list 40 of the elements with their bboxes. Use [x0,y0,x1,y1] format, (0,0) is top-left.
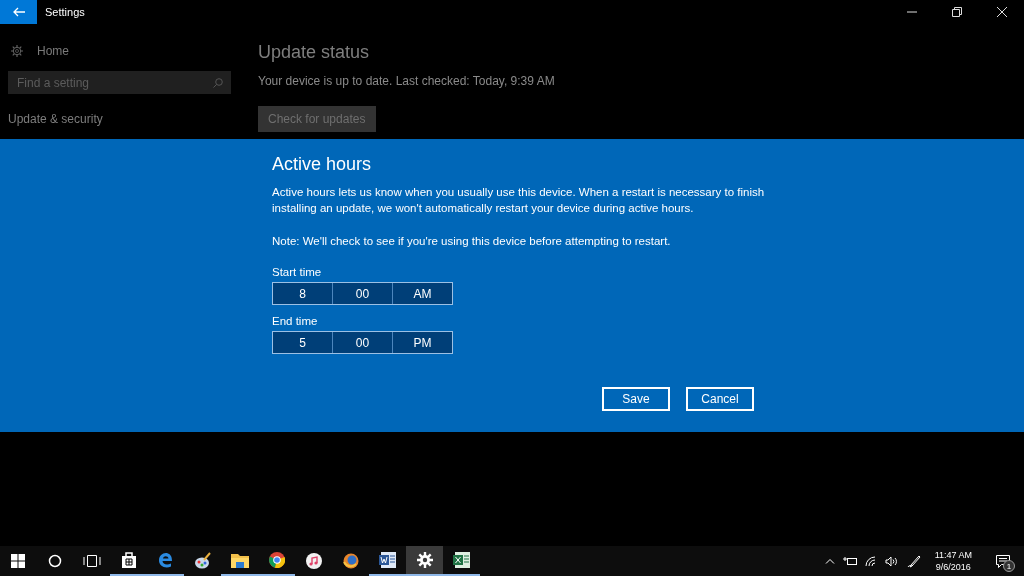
action-center-button[interactable]: 1 [992,549,1014,573]
note-text: Note: We'll check to see if you're using this device before attempting to restart. [272,234,672,249]
message-icon [996,554,1010,568]
update-status-text: Your device is up to date. Last checked: Today, 9:39 AM [258,74,555,88]
shopping-bag-icon[interactable] [120,551,137,569]
windows-logo-icon[interactable] [11,554,25,568]
close-icon[interactable] [996,7,1007,17]
save-button[interactable]: Save [602,387,670,411]
spreadsheet-x-icon[interactable] [452,551,471,569]
wifi-icon[interactable] [864,555,877,567]
palette-icon[interactable] [193,552,212,570]
battery-plug-icon[interactable] [842,556,857,566]
settings-icon[interactable] [416,552,433,568]
nav-item[interactable]: Update & security [8,112,231,126]
chevron-up-icon[interactable] [824,558,835,564]
home-link[interactable]: Home [37,44,69,58]
page-heading: Update status [258,42,371,64]
browser-e-icon[interactable] [157,552,174,568]
window-title: Settings [45,6,86,18]
time-label: End time [272,315,319,329]
back-button[interactable] [0,0,37,24]
description-text: Active hours lets us know when you usually use this device. When a restart is necessary to finish installing an update, we won't automatically restart your device during active hours. [272,185,766,216]
speaker-icon[interactable] [884,555,899,567]
notification-count: 1 [1003,560,1015,572]
dialog-title: Active hours [272,154,373,176]
cancel-button[interactable]: Cancel [686,387,754,411]
globe-icon[interactable] [342,553,359,569]
document-w-icon[interactable] [378,551,397,569]
settings-icon [11,45,23,57]
music-note-icon[interactable] [305,553,322,569]
pen-icon[interactable] [906,554,921,568]
back-arrow-icon [12,7,25,17]
clock[interactable]: 11:47 AM 9/6/2016 [934,549,972,573]
folder-icon[interactable] [230,552,249,568]
chrome-icon[interactable] [268,552,285,568]
search-icon [213,77,223,88]
task-view-icon[interactable] [82,554,101,568]
restore-icon[interactable] [951,7,962,17]
time-label: Start time [272,266,323,280]
search-icon[interactable] [47,554,62,568]
